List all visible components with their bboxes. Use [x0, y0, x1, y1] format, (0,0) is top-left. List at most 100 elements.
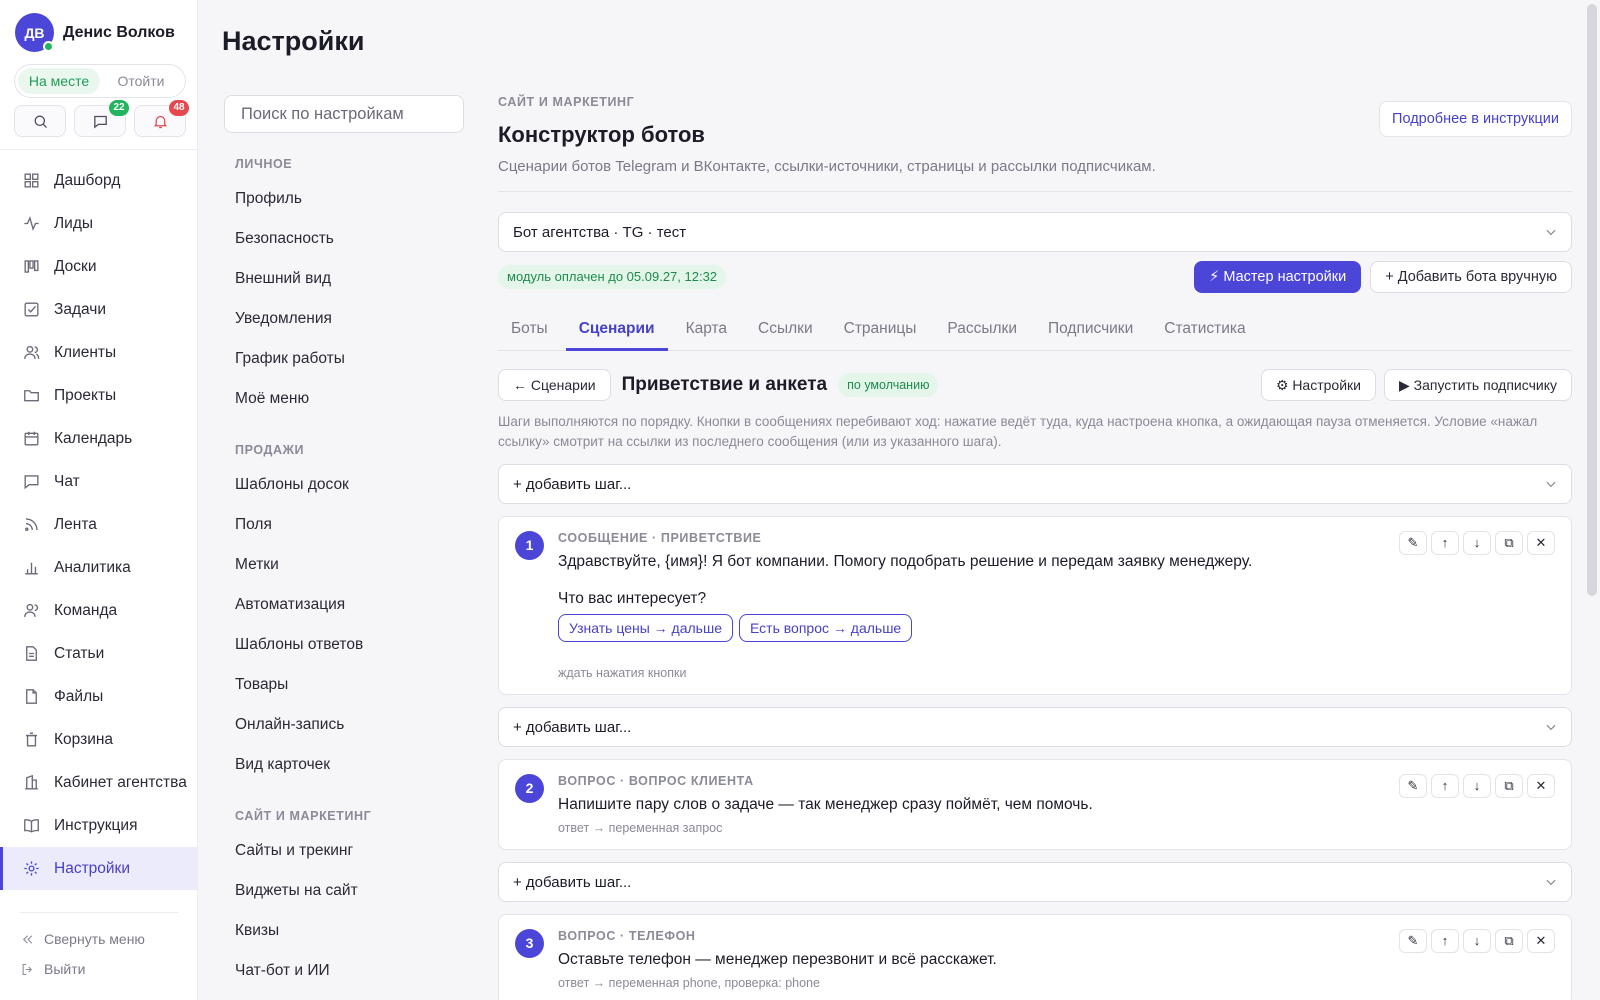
nav-item-tasks[interactable]: Задачи — [0, 288, 197, 331]
nav-item-analytics[interactable]: Аналитика — [0, 546, 197, 589]
settings-search-input[interactable] — [224, 95, 464, 133]
nav-item-agency[interactable]: Кабинет агентства — [0, 761, 197, 804]
settings-item-schedule[interactable]: График работы — [224, 339, 464, 379]
add-bot-manually-button[interactable]: + Добавить бота вручную — [1370, 261, 1572, 293]
settings-item-sites-tracking[interactable]: Сайты и трекинг — [224, 831, 464, 871]
delete-step-button[interactable]: ✕ — [1527, 774, 1555, 798]
settings-item-chatbot-ai[interactable]: Чат-бот и ИИ — [224, 951, 464, 991]
sidebar: ДВ Денис Волков На месте Отойти 22 48 Да… — [0, 0, 198, 1000]
add-step-select[interactable]: + добавить шаг... — [498, 862, 1572, 902]
nav-item-manual[interactable]: Инструкция — [0, 804, 197, 847]
paid-status-badge: модуль оплачен до 05.09.27, 12:32 — [498, 265, 727, 289]
nav-item-files[interactable]: Файлы — [0, 675, 197, 718]
edit-step-button[interactable]: ✎ — [1399, 774, 1427, 798]
nav-item-chat[interactable]: Чат — [0, 460, 197, 503]
nav-item-articles[interactable]: Статьи — [0, 632, 197, 675]
duplicate-step-button[interactable]: ⧉ — [1495, 774, 1523, 798]
settings-item-automation[interactable]: Автоматизация — [224, 585, 464, 625]
notifications-button[interactable]: 48 — [134, 100, 189, 137]
settings-item-tags[interactable]: Метки — [224, 545, 464, 585]
add-step-select[interactable]: + добавить шаг... — [498, 464, 1572, 504]
delete-step-button[interactable]: ✕ — [1527, 531, 1555, 555]
nav-item-leads[interactable]: Лиды — [0, 202, 197, 245]
tab-mailings[interactable]: Рассылки — [934, 311, 1030, 350]
settings-item-board-templates[interactable]: Шаблоны досок — [224, 465, 464, 505]
nav-item-settings[interactable]: Настройки — [0, 847, 197, 890]
edit-step-button[interactable]: ✎ — [1399, 929, 1427, 953]
search-button[interactable] — [14, 105, 66, 137]
nav-item-calendar[interactable]: Календарь — [0, 417, 197, 460]
move-down-button[interactable]: ↓ — [1463, 531, 1491, 555]
tab-map[interactable]: Карта — [673, 311, 740, 350]
settings-item-card-view[interactable]: Вид карточек — [224, 745, 464, 785]
nav-item-projects[interactable]: Проекты — [0, 374, 197, 417]
logout-icon — [22, 963, 33, 975]
bot-select[interactable]: Бот агентства · TG · тест — [498, 212, 1572, 252]
settings-item-products[interactable]: Товары — [224, 665, 464, 705]
edit-step-button[interactable]: ✎ — [1399, 531, 1427, 555]
settings-item-quizzes[interactable]: Квизы — [224, 911, 464, 951]
page-scrollbar[interactable] — [1587, 4, 1597, 596]
settings-item-notifications[interactable]: Уведомления — [224, 299, 464, 339]
tab-links[interactable]: Ссылки — [745, 311, 826, 350]
scenario-hint: Шаги выполняются по порядку. Кнопки в со… — [498, 414, 1538, 449]
back-to-scenarios-button[interactable]: ← Сценарии — [498, 369, 611, 401]
scenario-settings-button[interactable]: ⚙ Настройки — [1260, 369, 1376, 401]
settings-nav: ЛИЧНОЕ Профиль Безопасность Внешний вид … — [224, 95, 464, 991]
tab-subscribers[interactable]: Подписчики — [1035, 311, 1146, 350]
move-up-button[interactable]: ↑ — [1431, 929, 1459, 953]
nav-label: Лиды — [54, 214, 94, 232]
duplicate-step-button[interactable]: ⧉ — [1495, 929, 1523, 953]
add-step-select[interactable]: + добавить шаг... — [498, 707, 1572, 747]
delete-step-button[interactable]: ✕ — [1527, 929, 1555, 953]
notifications-badge: 48 — [169, 100, 189, 116]
settings-item-widgets[interactable]: Виджеты на сайт — [224, 871, 464, 911]
nav-label: Инструкция — [54, 816, 138, 834]
instruction-link-button[interactable]: Подробнее в инструкции — [1379, 101, 1572, 137]
nav-item-feed[interactable]: Лента — [0, 503, 197, 546]
settings-item-security[interactable]: Безопасность — [224, 219, 464, 259]
run-for-subscriber-button[interactable]: ▶ Запустить подписчику — [1383, 369, 1572, 401]
step-tools: ✎ ↑ ↓ ⧉ ✕ — [1399, 531, 1555, 555]
avatar[interactable]: ДВ — [15, 13, 54, 52]
nav-label: Дашборд — [54, 171, 121, 189]
nav-item-clients[interactable]: Клиенты — [0, 331, 197, 374]
settings-item-my-menu[interactable]: Моё меню — [224, 379, 464, 419]
settings-item-appearance[interactable]: Внешний вид — [224, 259, 464, 299]
nav-label: Доски — [54, 257, 97, 275]
move-up-button[interactable]: ↑ — [1431, 774, 1459, 798]
nav-item-team[interactable]: Команда — [0, 589, 197, 632]
message-button-chip[interactable]: Узнать цены → дальше — [558, 614, 733, 642]
step-card: 1 СООБЩЕНИЕ · ПРИВЕТСТВИЕ Здравствуйте, … — [498, 516, 1572, 695]
move-down-button[interactable]: ↓ — [1463, 929, 1491, 953]
collapse-menu-button[interactable]: Свернуть меню — [0, 924, 198, 954]
online-status-dot — [43, 41, 54, 52]
tab-pages[interactable]: Страницы — [831, 311, 930, 350]
settings-item-profile[interactable]: Профиль — [224, 179, 464, 219]
messages-button[interactable]: 22 — [74, 100, 129, 137]
divider — [0, 149, 197, 150]
nav-item-trash[interactable]: Корзина — [0, 718, 197, 761]
logout-button[interactable]: Выйти — [0, 954, 198, 984]
divider — [498, 191, 1572, 192]
duplicate-step-button[interactable]: ⧉ — [1495, 531, 1523, 555]
user-name: Денис Волков — [63, 23, 175, 41]
bot-builder-panel: САЙТ И МАРКЕТИНГ Конструктор ботов Сцена… — [498, 95, 1572, 1000]
settings-item-fields[interactable]: Поля — [224, 505, 464, 545]
move-down-button[interactable]: ↓ — [1463, 774, 1491, 798]
status-away-button[interactable]: Отойти — [100, 68, 182, 94]
settings-item-online-booking[interactable]: Онлайн-запись — [224, 705, 464, 745]
tab-bots[interactable]: Боты — [498, 311, 561, 350]
settings-item-reply-templates[interactable]: Шаблоны ответов — [224, 625, 464, 665]
user-block[interactable]: ДВ Денис Волков — [0, 0, 197, 52]
nav-item-boards[interactable]: Доски — [0, 245, 197, 288]
nav-item-dashboard[interactable]: Дашборд — [0, 159, 197, 202]
setup-wizard-button[interactable]: ⚡ Мастер настройки — [1194, 261, 1362, 293]
status-here-button[interactable]: На месте — [18, 68, 100, 94]
chat-icon — [93, 115, 107, 128]
message-button-chip[interactable]: Есть вопрос → дальше — [739, 614, 913, 642]
move-up-button[interactable]: ↑ — [1431, 531, 1459, 555]
tab-scenarios[interactable]: Сценарии — [565, 311, 668, 351]
presence-toggle[interactable]: На месте Отойти — [14, 64, 186, 98]
tab-statistics[interactable]: Статистика — [1151, 311, 1258, 350]
